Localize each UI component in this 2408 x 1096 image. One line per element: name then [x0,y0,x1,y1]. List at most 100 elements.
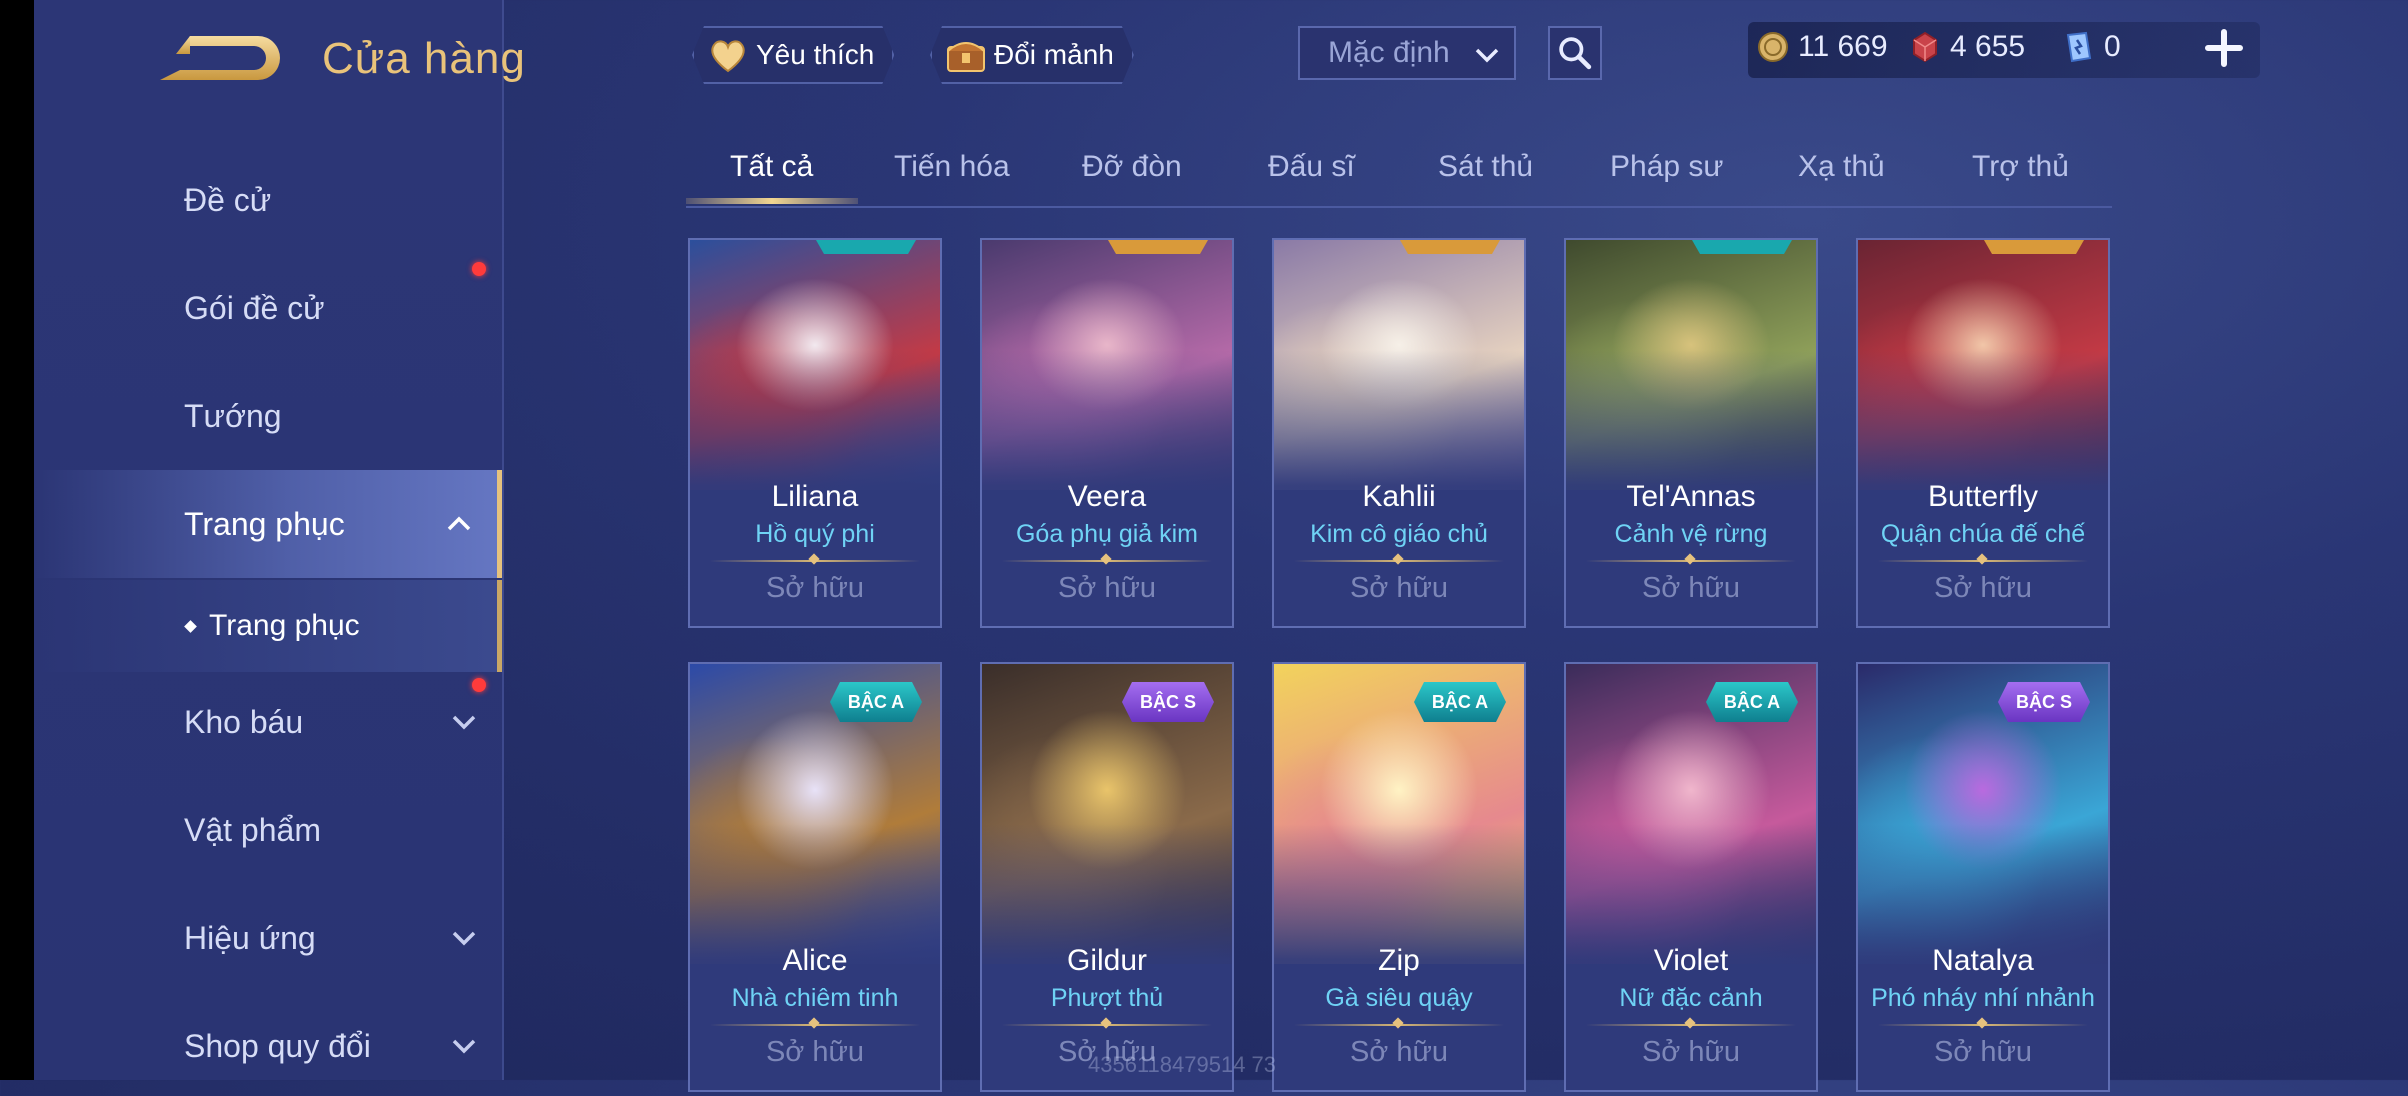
card-divider [1294,1024,1504,1026]
card-divider [710,560,920,562]
voucher-currency: 0 [2062,30,2121,64]
skin-card[interactable]: BẬC S Natalya Phó nháy nhí nhảnh Sở hữu [1856,662,2110,1092]
chevron-down-icon [452,715,476,730]
page-title: Cửa hàng [322,34,526,83]
sidebar-item-recommended[interactable]: Đề cử [34,150,502,250]
voucher-icon [2066,31,2092,63]
skin-name: Cảnh vệ rừng [1614,520,1768,548]
tab-marksman[interactable]: Xạ thủ [1798,150,1885,184]
owned-status: Sở hữu [1349,572,1449,604]
owned-status: Sở hữu [1057,572,1157,604]
hero-name: Tel'Annas [1626,480,1756,513]
sidebar-item-label: Trang phục [184,505,345,542]
tab-mage[interactable]: Pháp sư [1610,150,1723,184]
owned-status: Sở hữu [1349,1036,1449,1068]
sidebar-item-label: Vật phẩm [184,811,321,848]
hero-name: Alice [782,944,848,977]
card-divider [1586,560,1796,562]
plus-icon[interactable] [2204,28,2244,68]
tier-badge-cropped [1692,238,1792,254]
skin-name: Kim cô giáo chủ [1310,520,1488,548]
skin-name: Phó nháy nhí nhảnh [1871,984,2095,1012]
treasure-chest-icon [944,33,988,77]
sidebar-item-effects[interactable]: Hiệu ứng [34,888,502,988]
skin-card[interactable]: BẬC A Alice Nhà chiêm tinh Sở hữu [688,662,942,1092]
hero-name: Butterfly [1927,480,2039,513]
owned-status: Sở hữu [765,572,865,604]
sidebar-item-items[interactable]: Vật phẩm [34,780,502,880]
card-divider [710,1024,920,1026]
sidebar-subitem-label: Trang phục [209,609,360,642]
back-arrow-icon[interactable] [150,28,280,88]
favorites-label: Yêu thích [756,39,875,70]
sidebar-subitem-skins[interactable]: Trang phục [34,580,502,672]
sort-dropdown[interactable]: Mặc định [1298,26,1516,80]
voucher-amount: 0 [2104,30,2121,63]
sidebar-item-recommended-packs[interactable]: Gói đề cử [34,258,502,358]
card-divider [1878,1024,2088,1026]
sort-value: Mặc định [1328,36,1450,69]
sidebar-item-skins[interactable]: Trang phục [34,470,502,578]
skin-name: Hồ quý phi [755,520,875,548]
card-divider [1878,560,2088,562]
tier-badge-cropped [1984,238,2084,254]
skin-card[interactable]: Kahlii Kim cô giáo chủ Sở hữu [1272,238,1526,628]
red-gem-icon [1913,31,1937,63]
tier-badge: BẬC S [1998,682,2090,722]
tab-fighter[interactable]: Đấu sĩ [1268,150,1355,184]
tab-assassin[interactable]: Sát thủ [1438,150,1533,184]
skin-name: Quận chúa đế chế [1880,520,2086,548]
notification-dot [472,678,486,692]
owned-status: Sở hữu [1641,1036,1741,1068]
chevron-down-icon [452,1039,476,1054]
skin-card[interactable]: Tel'Annas Cảnh vệ rừng Sở hữu [1564,238,1818,628]
sidebar-item-label: Kho báu [184,703,304,740]
hero-name: Violet [1653,944,1729,977]
chevron-down-icon [1475,48,1499,63]
skin-card[interactable]: Butterfly Quận chúa đế chế Sở hữu [1856,238,2110,628]
search-icon[interactable] [1548,26,1602,80]
sidebar-item-exchange-shop[interactable]: Shop quy đổi [34,996,502,1096]
tab-evolution[interactable]: Tiến hóa [894,150,1010,184]
owned-status: Sở hữu [1933,572,2033,604]
skin-card[interactable]: BẬC A Zip Gà siêu quậy Sở hữu [1272,662,1526,1092]
card-divider [1294,560,1504,562]
exchange-shards-label: Đổi mảnh [994,39,1114,70]
sidebar-item-treasure[interactable]: Kho báu [34,672,502,772]
gold-amount: 11 669 [1798,30,1888,63]
skin-card[interactable]: BẬC S Gildur Phượt thủ Sở hữu [980,662,1234,1092]
sidebar-item-label: Gói đề cử [184,289,325,326]
card-divider [1002,1024,1212,1026]
exchange-shards-button[interactable]: Đổi mảnh [930,26,1134,84]
hero-name: Veera [1067,480,1147,513]
card-divider [1586,1024,1796,1026]
owned-status: Sở hữu [1641,572,1741,604]
hero-name: Natalya [1932,944,2034,977]
gold-currency: 11 669 [1756,30,1888,64]
skin-card[interactable]: Veera Góa phụ giả kim Sở hữu [980,238,1234,628]
watermark: 4356118479514 73 [1088,1052,1277,1077]
hero-name: Kahlii [1362,480,1436,513]
card-divider [1002,560,1212,562]
tab-tank[interactable]: Đỡ đòn [1082,150,1182,184]
tier-badge-cropped [816,238,916,254]
gem-amount: 4 655 [1950,30,2026,63]
skin-name: Góa phụ giả kim [1015,520,1199,548]
sidebar-item-heroes[interactable]: Tướng [34,366,502,466]
tier-badge-cropped [1400,238,1500,254]
skin-name: Gà siêu quậy [1325,984,1473,1012]
favorites-button[interactable]: Yêu thích [692,26,894,84]
gold-coin-icon [1758,32,1788,62]
tab-all[interactable]: Tất cả [730,150,813,184]
sidebar-item-label: Hiệu ứng [184,919,316,956]
owned-status: Sở hữu [1933,1036,2033,1068]
skin-card[interactable]: Liliana Hồ quý phi Sở hữu [688,238,942,628]
tab-support[interactable]: Trợ thủ [1972,150,2069,184]
skin-name: Nữ đặc cảnh [1619,984,1763,1012]
gem-currency: 4 655 [1908,30,2025,64]
skin-card[interactable]: BẬC A Violet Nữ đặc cảnh Sở hữu [1564,662,1818,1092]
tier-badge: BẬC A [1706,682,1798,722]
skin-name: Phượt thủ [1050,984,1164,1012]
tab-active-indicator [686,198,858,204]
tier-badge: BẬC S [1122,682,1214,722]
